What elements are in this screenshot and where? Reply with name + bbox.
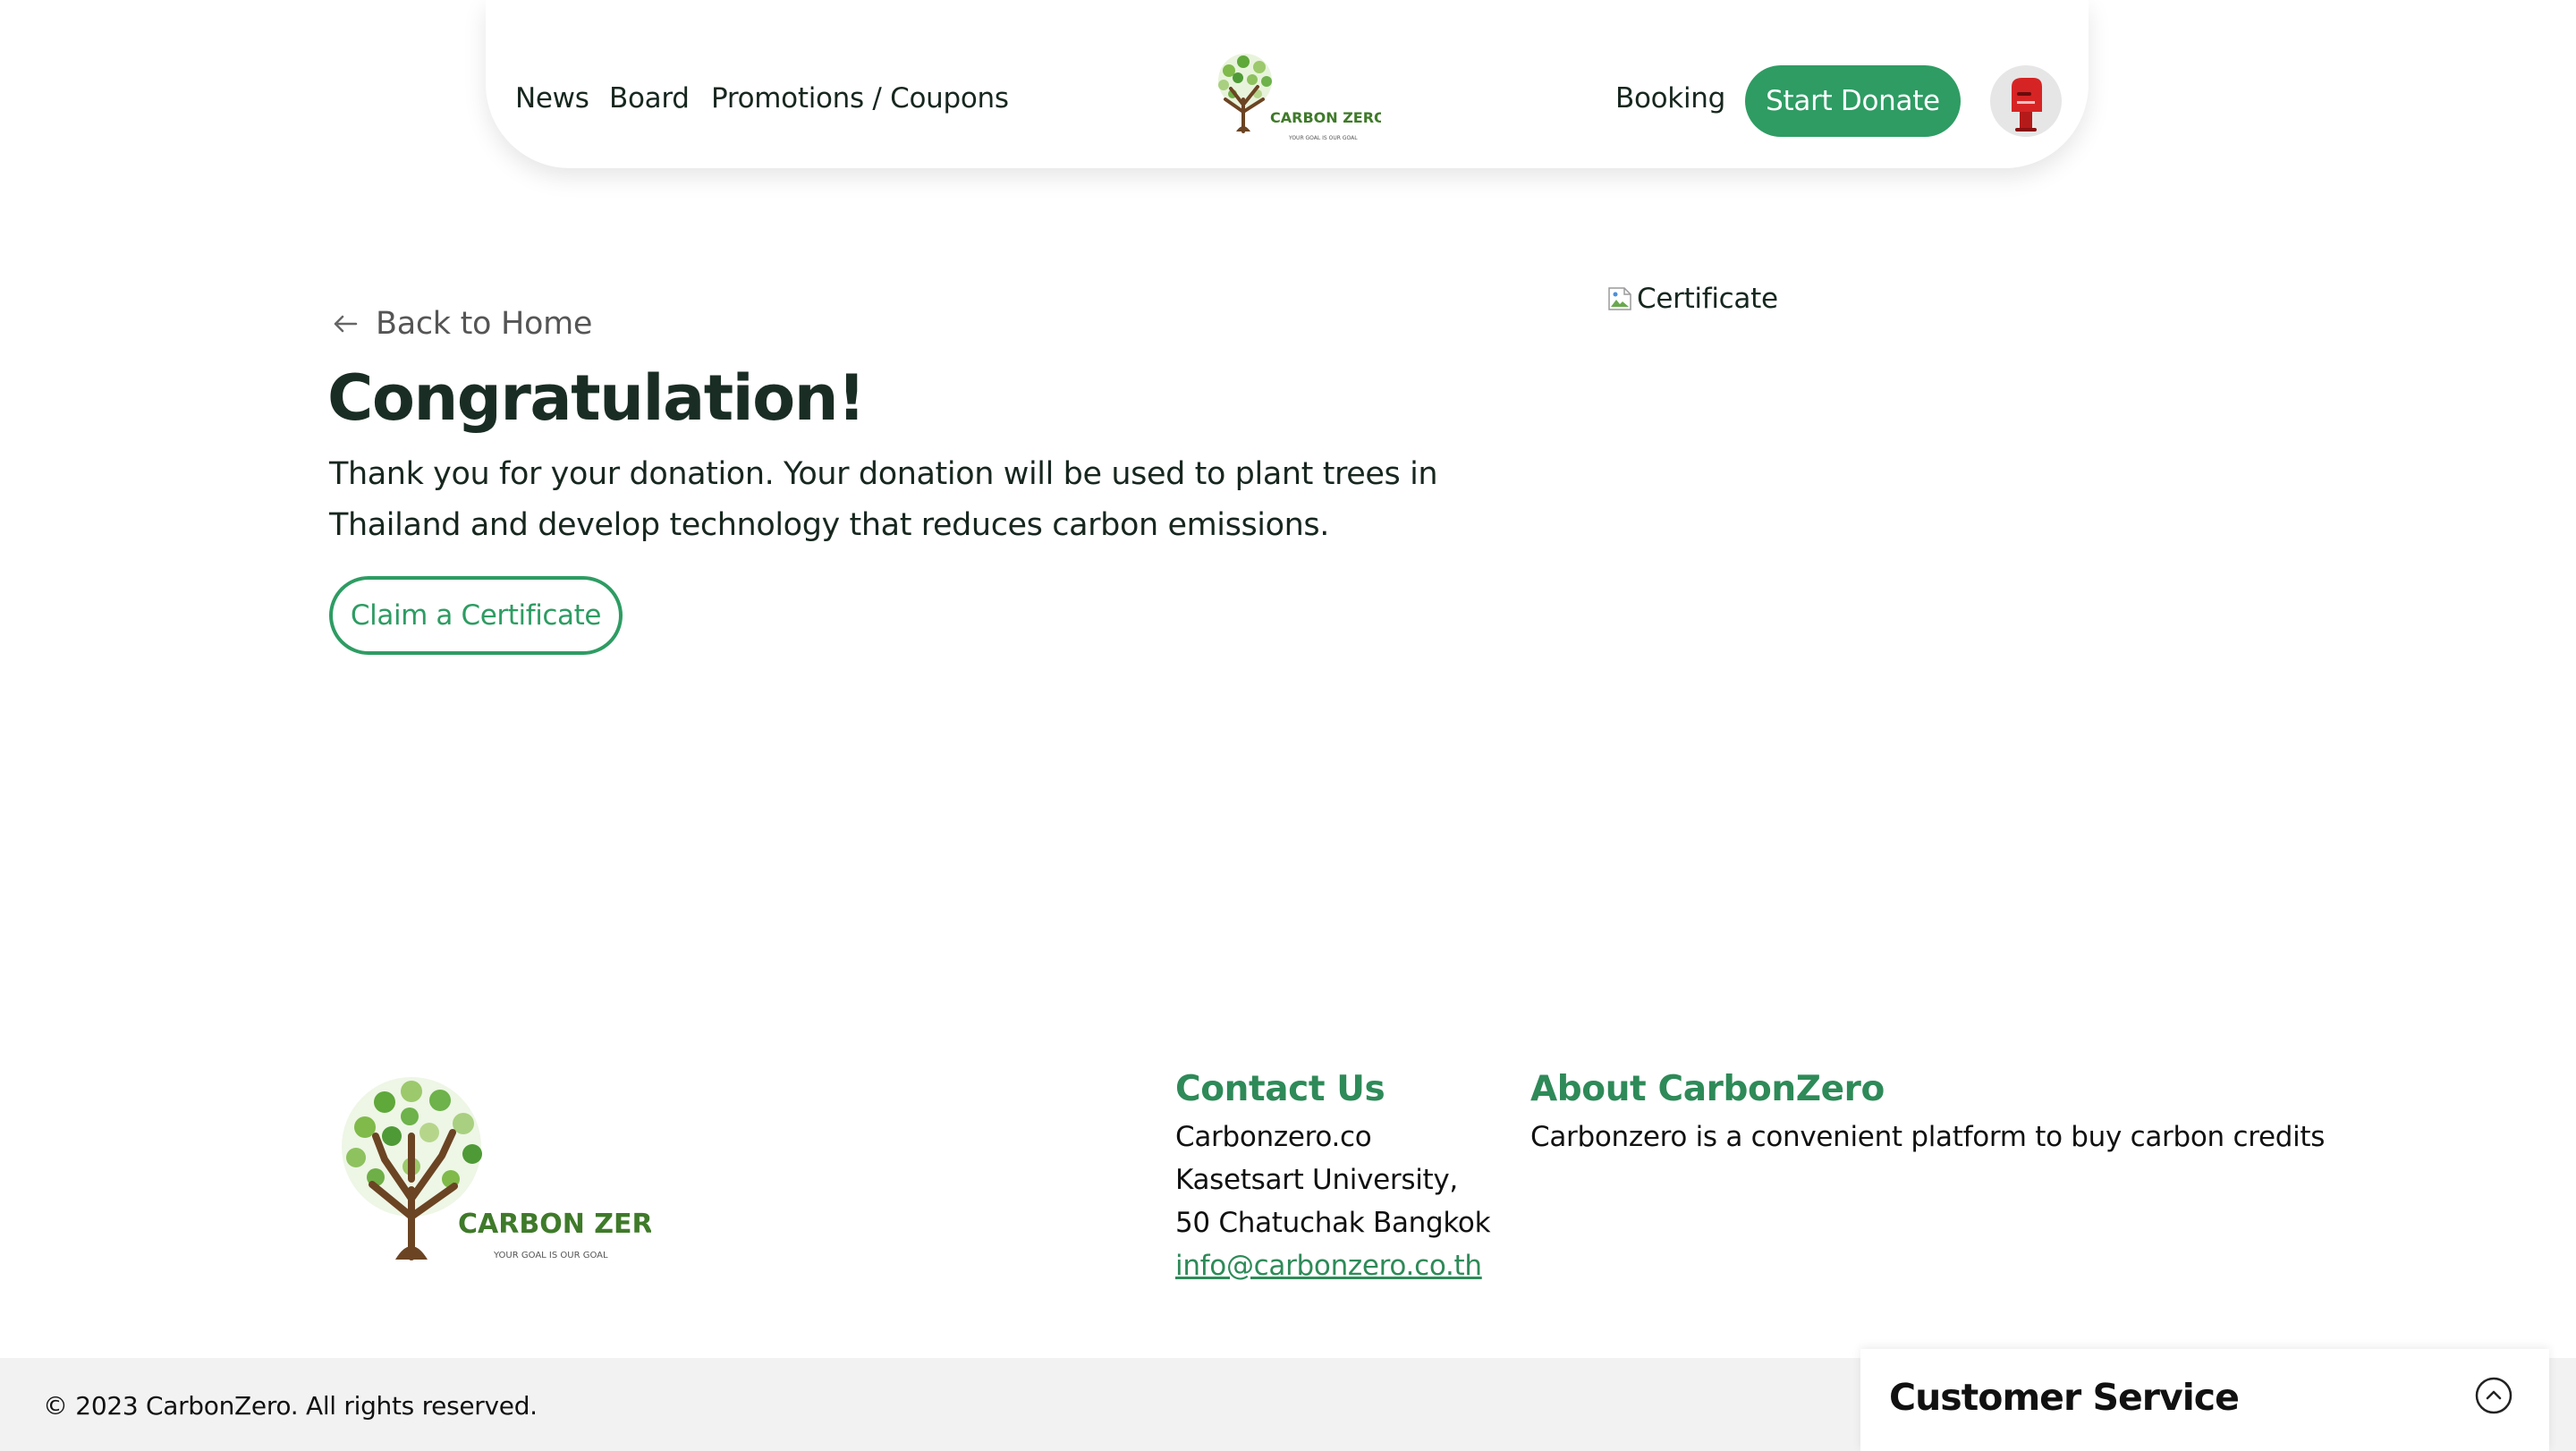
nav-link-booking[interactable]: Booking	[1615, 82, 1725, 115]
customer-service-widget[interactable]: Customer Service	[1860, 1349, 2549, 1451]
claim-certificate-button[interactable]: Claim a Certificate	[329, 576, 623, 655]
back-to-home-label: Back to Home	[376, 306, 593, 342]
arrow-left-icon	[334, 315, 358, 333]
start-donate-button[interactable]: Start Donate	[1745, 65, 1961, 137]
customer-service-title: Customer Service	[1889, 1376, 2240, 1419]
contact-address-line-1: Kasetsart University,	[1175, 1164, 1458, 1196]
about-text: Carbonzero is a convenient platform to b…	[1530, 1121, 2326, 1153]
page-title: Congratulation!	[327, 361, 866, 435]
svg-text:YOUR GOAL IS OUR GOAL: YOUR GOAL IS OUR GOAL	[493, 1251, 608, 1260]
back-to-home-link[interactable]: Back to Home	[329, 302, 592, 345]
top-navbar: News Board Promotions / Coupons CARBON Z…	[486, 0, 2089, 168]
footer-carbon-zero-logo[interactable]: CARBON ZERO YOUR GOAL IS OUR GOAL	[329, 1073, 651, 1266]
contact-us-heading: Contact Us	[1175, 1069, 1385, 1109]
carbon-zero-logo[interactable]: CARBON ZERO YOUR GOAL IS OUR GOAL	[1199, 49, 1381, 149]
svg-text:YOUR GOAL IS OUR GOAL: YOUR GOAL IS OUR GOAL	[1288, 135, 1358, 141]
svg-text:CARBON ZERO: CARBON ZERO	[1270, 109, 1381, 126]
svg-text:CARBON ZERO: CARBON ZERO	[458, 1209, 651, 1240]
donation-message: Thank you for your donation. Your donati…	[329, 456, 1438, 543]
nav-link-news[interactable]: News	[515, 82, 589, 115]
about-heading: About CarbonZero	[1530, 1069, 1885, 1109]
chevron-up-circle-icon[interactable]	[2474, 1376, 2513, 1415]
contact-email-link[interactable]: info@carbonzero.co.th	[1175, 1250, 1482, 1282]
red-mailbox-avatar-icon	[2012, 78, 2042, 132]
certificate-alt-text: Certificate	[1637, 283, 1778, 315]
nav-link-board[interactable]: Board	[609, 82, 690, 115]
broken-image-icon	[1608, 287, 1631, 310]
contact-address-line-2: 50 Chatuchak Bangkok	[1175, 1207, 1491, 1239]
user-avatar[interactable]	[1990, 65, 2062, 137]
certificate-image: Certificate	[1606, 283, 1778, 315]
contact-company: Carbonzero.co	[1175, 1121, 1372, 1153]
tree-logo-icon	[1218, 54, 1272, 133]
nav-link-promotions-coupons[interactable]: Promotions / Coupons	[711, 82, 1009, 115]
copyright-text: © 2023 CarbonZero. All rights reserved.	[43, 1391, 538, 1421]
